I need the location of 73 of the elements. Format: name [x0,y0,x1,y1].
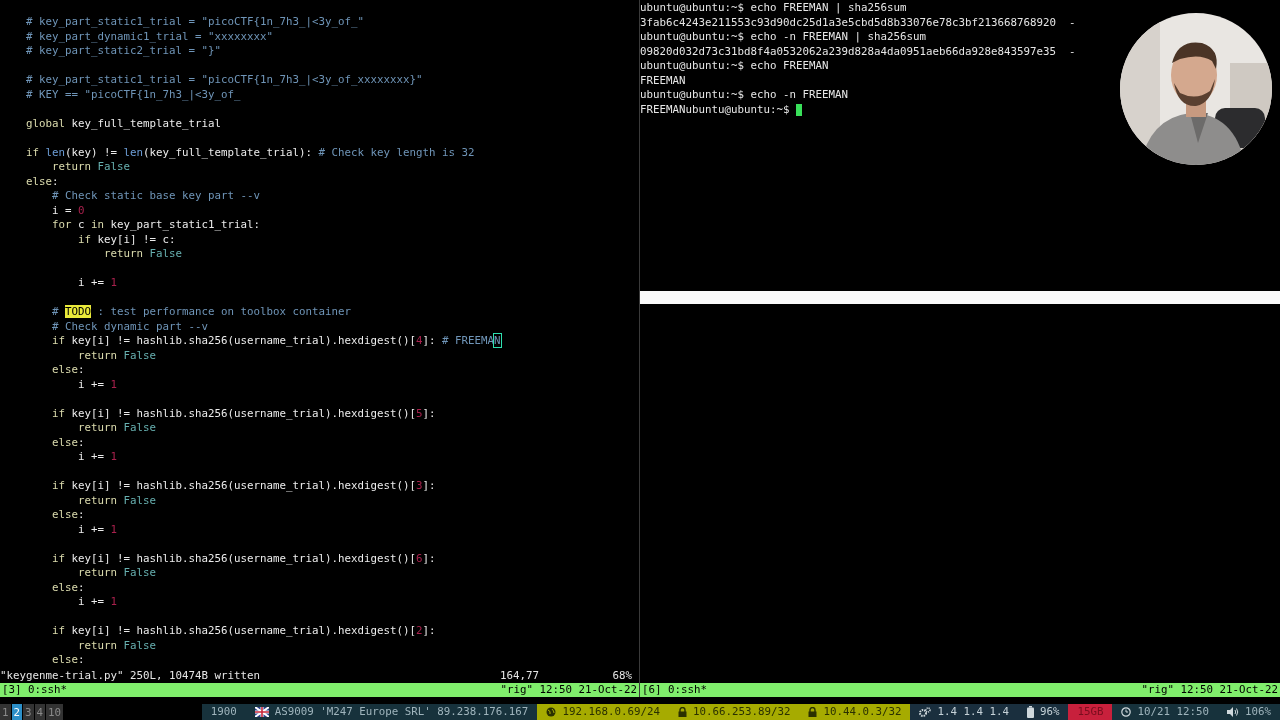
code-line: i = 0 [51,203,85,218]
terminal-line: FREEMAN [640,73,686,88]
code-line: # key_part_static1_trial = "picoCTF{1n_7h3_|<3y_of_xxxxxxxx}" [25,73,423,88]
code-line: return False [77,348,157,363]
editor-message: "keygenme-trial.py" 250L, 10474B written [0,668,261,683]
flag-icon [254,707,269,717]
code-line: if key[i] != hashlib.sha256(username_trial).hexdigest()[5]: [51,406,436,421]
code-line: # key_part_static2_trial = "}" [25,44,221,59]
window-label: [3] 0:ssh* [2,683,67,697]
code-line: # Check static base key part --v [51,189,260,204]
clock-icon [1121,707,1132,717]
globe-icon [546,707,557,717]
lock-icon [677,707,687,717]
terminal-line: ubuntu@ubuntu:~$ echo -n FREEMAN [640,88,848,103]
code-line: if key[i] != hashlib.sha256(username_trial).hexdigest()[6]: [51,551,436,566]
status-text: 10.44.0.3/32 [823,704,902,720]
status-text: 96% [1039,704,1060,720]
code-line: # key_part_static1_trial = "picoCTF{1n_7h3_|<3y_of_" [25,15,364,30]
terminal-line: 09820d032d73c31bd8f4a0532062a239d828a4da0951aeb66da928e843597e35 - [640,44,1076,59]
status-text: 10/21 12:50 [1137,704,1209,720]
code-line: i += 1 [77,450,118,465]
status-text: 15GB [1077,704,1104,720]
code-line: if key[i] != hashlib.sha256(username_trial).hexdigest()[2]: [51,624,436,639]
terminal-line: 3fab6c4243e211553c93d90dc25d1a3e5cbd5d8b33076e78c3bf213668768920 - [640,15,1076,30]
status-text: 106% [1245,704,1271,720]
scroll-percent: 68% [612,668,633,683]
code-line: return False [77,566,157,581]
code-line: else: [51,363,85,378]
status-text: 10.66.253.89/32 [692,704,791,720]
terminal-line: ubuntu@ubuntu:~$ echo FREEMAN [640,59,829,74]
code-line: # KEY == "picoCTF{1n_7h3_|<3y_of_ [25,87,241,102]
code-line: if key[i] != c: [77,232,176,247]
code-line: global key_full_template_trial [25,116,222,131]
host-time: "rig" 12:50 21-Oct-22 [500,683,637,697]
workspace-tab[interactable]: 10 [46,704,64,720]
code-line: if len(key) != len(key_full_template_trial): # Check key length is 32 [25,145,475,160]
speaker-icon [1227,707,1239,717]
terminal-line: ubuntu@ubuntu:~$ echo FREEMAN | sha256sum [640,1,907,16]
code-line: return False [103,247,183,262]
battery-icon [1026,706,1034,718]
code-line: i += 1 [77,595,118,610]
code-line: # key_part_dynamic1_trial = "xxxxxxxx" [25,29,273,44]
code-line: # Check dynamic part --v [51,319,208,334]
code-line: return False [77,638,157,653]
code-line: return False [77,493,157,508]
code-line: else: [25,174,59,189]
workspace-tab[interactable]: 2 [11,704,23,720]
status-text: 1.4 1.4 1.4 [937,704,1009,720]
code-line: if key[i] != hashlib.sha256(username_trial).hexdigest()[3]: [51,479,436,494]
code-line: return False [77,421,157,436]
status-text: 192.168.0.69/24 [562,704,660,720]
workspace-tab[interactable]: 3 [23,704,34,720]
code-line: else: [51,653,85,668]
workspace-tab[interactable]: 4 [34,704,46,720]
lock-icon [808,707,818,717]
code-line: i += 1 [77,377,118,392]
code-line: return False [51,160,131,175]
code-line: else: [51,435,85,450]
code-line: else: [51,508,85,523]
host-time: "rig" 12:50 21-Oct-22 [1141,683,1278,697]
code-line: i += 1 [77,276,118,291]
workspace-tab[interactable]: 1 [0,704,11,720]
code-line: else: [51,580,85,595]
terminal-line: FREEMANubuntu@ubuntu:~$ [640,102,791,117]
code-line: for c in key_part_static1_trial: [51,218,261,233]
status-text: AS9009 'M247 Europe SRL' 89.238.176.167 [274,704,529,720]
code-line: # TODO : test performance on toolbox container [51,305,352,320]
window-label: [6] 0:ssh* [642,683,707,697]
gear-icon [919,707,932,717]
code-line: i += 1 [77,522,118,537]
terminal-line: ubuntu@ubuntu:~$ echo -n FREEMAN | sha256sum [640,30,926,45]
cursor-position: 164,77 [500,668,540,683]
status-text: 1900 [210,704,237,720]
